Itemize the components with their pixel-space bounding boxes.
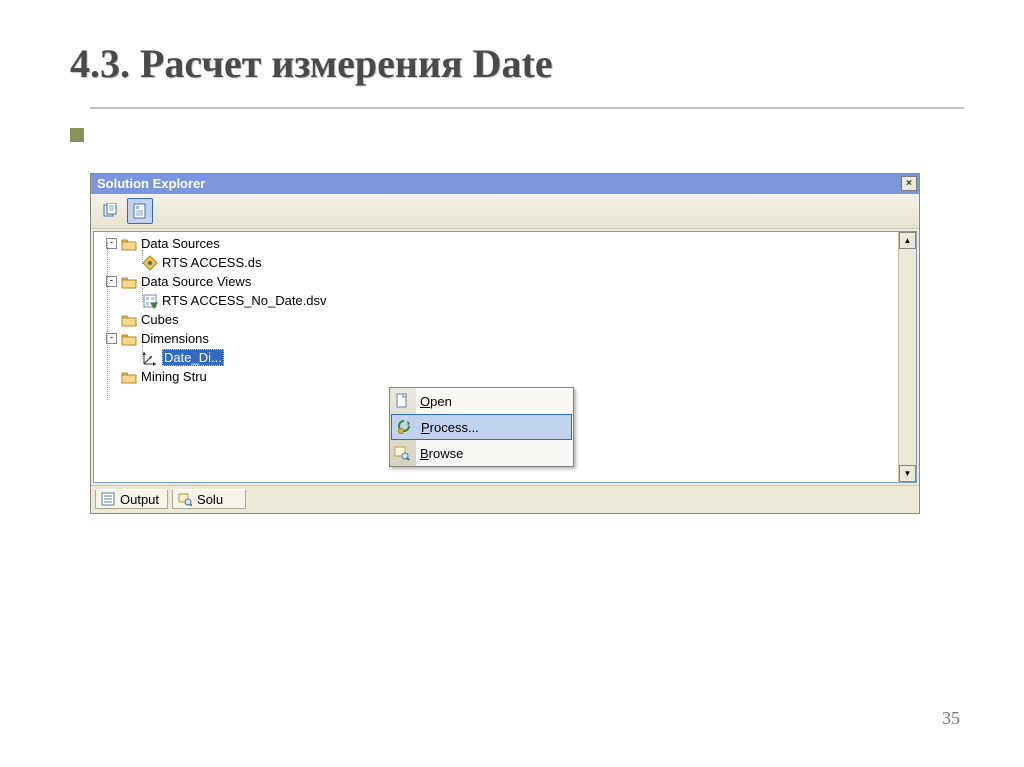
panel-title-text: Solution Explorer (97, 176, 205, 191)
solution-explorer-icon (177, 491, 193, 507)
context-menu: Open Process... Browse (389, 387, 574, 467)
tree-label: Mining Stru (141, 369, 207, 384)
scroll-up-button[interactable]: ▲ (899, 232, 916, 249)
folder-icon (121, 236, 137, 252)
context-menu-label: Open (420, 394, 452, 409)
tab-solution-explorer[interactable]: Solu (172, 489, 246, 509)
bottom-tabs: Output Solu (91, 485, 919, 513)
tree-node-dimensions[interactable]: - Dimensions (98, 329, 896, 348)
slide-title: 4.3. Расчет измерения Date (0, 0, 1024, 107)
tree-node-data-sources[interactable]: - Data Sources (98, 234, 896, 253)
tree-node-mining[interactable]: Mining Stru (98, 367, 896, 386)
tree-node-dsv-item[interactable]: RTS ACCESS_No_Date.dsv (98, 291, 896, 310)
tree-guide (142, 345, 143, 359)
output-icon (100, 491, 116, 507)
folder-icon (121, 312, 137, 328)
tree-label: RTS ACCESS.ds (162, 255, 261, 270)
tree-area: - Data Sources RTS ACCESS.ds - Da (93, 231, 917, 483)
panel-title-bar: Solution Explorer × (91, 174, 919, 194)
tree-label: Data Sources (141, 236, 220, 251)
panel-close-button[interactable]: × (901, 176, 917, 191)
properties-icon-button[interactable] (97, 198, 123, 224)
slide-number: 35 (942, 708, 960, 729)
scroll-down-button[interactable]: ▼ (899, 465, 916, 482)
title-accent-square (70, 128, 84, 142)
tree: - Data Sources RTS ACCESS.ds - Da (94, 232, 896, 386)
tab-label: Solu (197, 492, 223, 507)
folder-icon (121, 369, 137, 385)
tree-label-selected: Date_Di... (162, 349, 224, 366)
context-menu-label: Browse (420, 446, 463, 461)
tree-guide (142, 250, 143, 264)
context-menu-item-open[interactable]: Open (390, 388, 573, 414)
tree-label: RTS ACCESS_No_Date.dsv (162, 293, 327, 308)
context-menu-label: Process... (421, 420, 479, 435)
tree-node-dimension-date[interactable]: Date_Di... (98, 348, 896, 367)
dsv-icon (142, 293, 158, 309)
folder-icon (121, 274, 137, 290)
tree-guide (142, 288, 143, 302)
context-menu-item-process[interactable]: Process... (391, 414, 572, 440)
tab-label: Output (120, 492, 159, 507)
tree-node-cubes[interactable]: Cubes (98, 310, 896, 329)
tab-output[interactable]: Output (95, 489, 168, 509)
tree-label: Dimensions (141, 331, 209, 346)
datasource-icon (142, 255, 158, 271)
tree-node-data-sources-item[interactable]: RTS ACCESS.ds (98, 253, 896, 272)
folder-icon (121, 331, 137, 347)
title-divider (90, 107, 964, 109)
vertical-scrollbar[interactable]: ▲ ▼ (898, 232, 916, 482)
browse-icon (393, 444, 411, 462)
context-menu-item-browse[interactable]: Browse (390, 440, 573, 466)
solution-explorer-panel: Solution Explorer × (90, 173, 920, 514)
open-icon (393, 392, 411, 410)
tree-guide (107, 242, 108, 400)
tree-label: Cubes (141, 312, 179, 327)
dimension-icon (142, 350, 158, 366)
show-all-icon-button[interactable] (127, 198, 153, 224)
process-icon (395, 419, 413, 437)
tree-label: Data Source Views (141, 274, 251, 289)
tree-node-dsv[interactable]: - Data Source Views (98, 272, 896, 291)
panel-toolbar (91, 194, 919, 229)
